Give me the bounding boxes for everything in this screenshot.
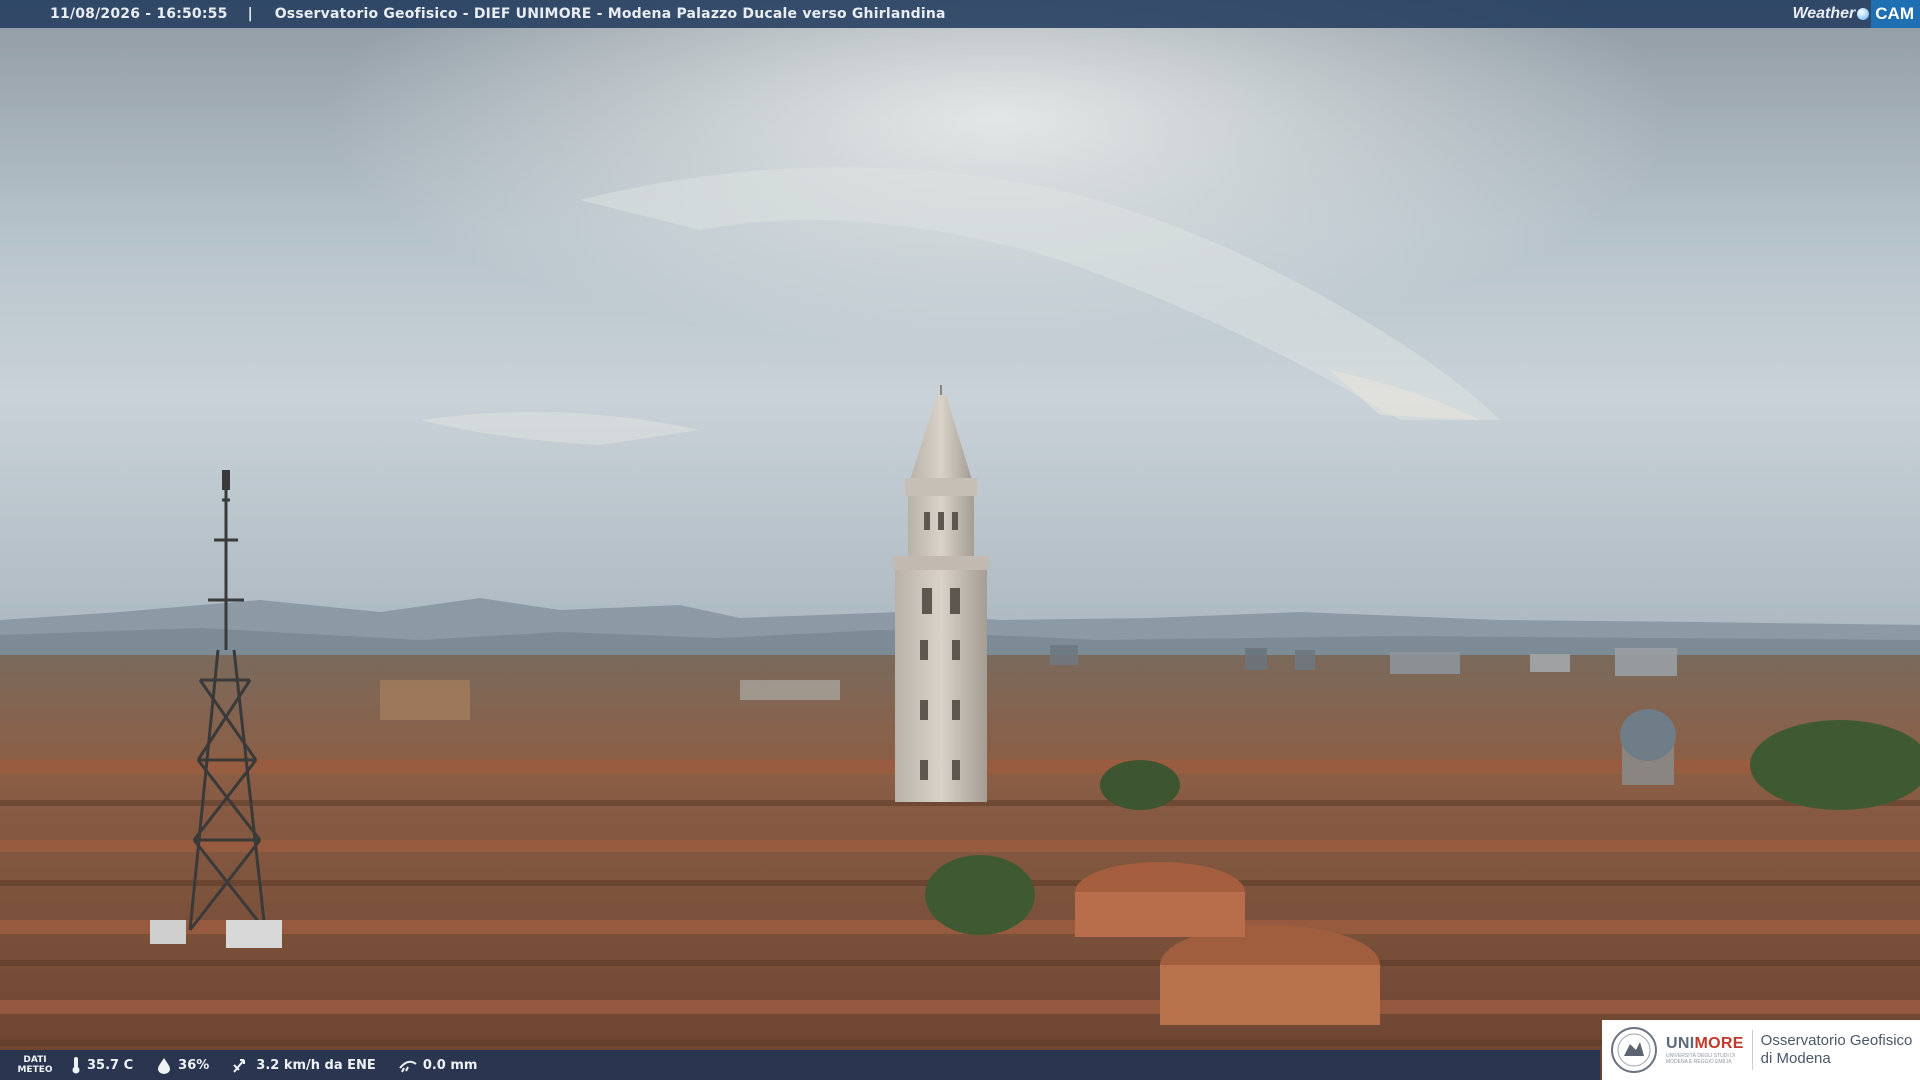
unimore-wordmark: UNIMORE UNIVERSITÀ DEGLI STUDI DI MODENA… bbox=[1666, 1035, 1744, 1065]
weather-label-line1: DATI bbox=[23, 1055, 47, 1065]
unimore-observatory-logo: UNIMORE UNIVERSITÀ DEGLI STUDI DI MODENA… bbox=[1602, 1020, 1920, 1080]
weather-label-line2: METEO bbox=[17, 1065, 53, 1075]
temperature-value: 35.7 C bbox=[87, 1057, 134, 1073]
city-scene bbox=[0, 0, 1920, 1080]
observatory-line1: Osservatorio Geofisico bbox=[1760, 1032, 1913, 1049]
unimore-subtitle-2: MODENA E REGGIO EMILIA bbox=[1666, 1059, 1732, 1065]
logo-divider bbox=[1751, 1030, 1753, 1070]
camera-title: Osservatorio Geofisico - DIEF UNIMORE - … bbox=[274, 6, 946, 22]
humidity-reading: 36% bbox=[155, 1056, 209, 1074]
top-info-bar: 11/08/2026 - 16:50:55 | Osservatorio Geo… bbox=[0, 0, 1920, 28]
weather-data-label: DATI METEO bbox=[0, 1055, 70, 1075]
temperature-reading: 35.7 C bbox=[70, 1056, 133, 1074]
uni-prefix: UNI bbox=[1666, 1035, 1695, 1052]
humidity-drop-icon bbox=[158, 1058, 171, 1074]
brand-cam: CAM bbox=[1871, 0, 1920, 28]
wind-value: 3.2 km/h da ENE bbox=[256, 1057, 376, 1073]
wind-vane-icon bbox=[233, 1059, 246, 1073]
brand-weather: Weather bbox=[1792, 5, 1856, 22]
uni-suffix: MORE bbox=[1694, 1035, 1744, 1052]
unimore-name: UNIMORE bbox=[1666, 1035, 1744, 1053]
timestamp: 11/08/2026 - 16:50:55 bbox=[50, 6, 228, 22]
observatory-name: Osservatorio Geofisico di Modena bbox=[1761, 1032, 1913, 1068]
university-seal-icon bbox=[1611, 1027, 1657, 1073]
humidity-value: 36% bbox=[178, 1057, 210, 1073]
observatory-line2: di Modena bbox=[1760, 1050, 1831, 1067]
header-separator: | bbox=[247, 6, 253, 22]
globe-icon bbox=[1857, 8, 1870, 20]
weather-data-strip: DATI METEO 35.7 C 36% 3.2 km/h da ENE 0.… bbox=[0, 1050, 1600, 1080]
rain-value: 0.0 mm bbox=[422, 1057, 478, 1073]
rain-reading: 0.0 mm bbox=[398, 1056, 478, 1074]
webcam-frame: 11/08/2026 - 16:50:55 | Osservatorio Geo… bbox=[0, 0, 1920, 1080]
thermometer-icon bbox=[72, 1057, 80, 1074]
weathercam-logo: Weather CAM bbox=[1792, 0, 1920, 28]
wind-reading: 3.2 km/h da ENE bbox=[231, 1056, 376, 1074]
rain-gauge-icon bbox=[399, 1060, 417, 1073]
